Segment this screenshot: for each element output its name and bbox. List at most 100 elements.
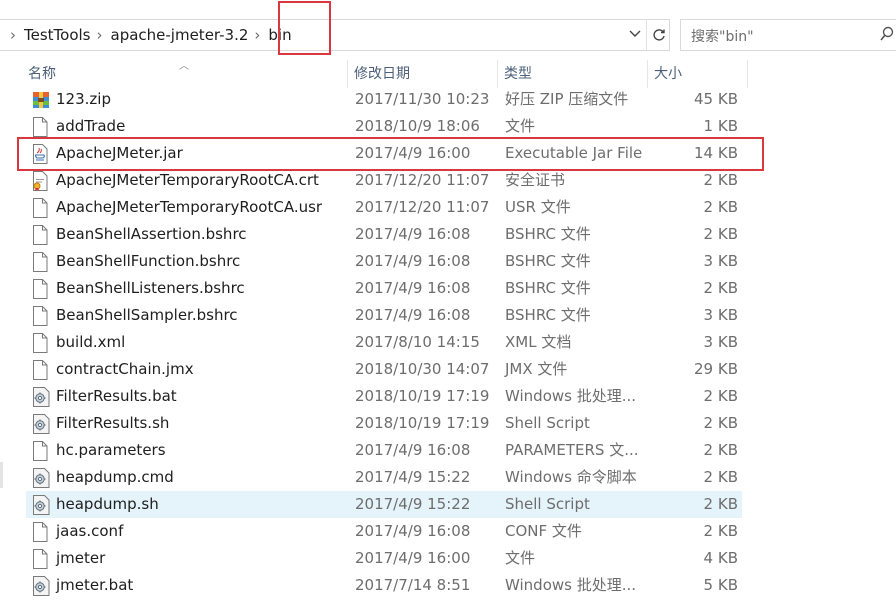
file-row[interactable]: FilterResults.bat 2018/10/19 17:19 Windows…: [26, 383, 742, 410]
file-modified-date: 2017/4/9 15:22: [355, 468, 471, 486]
breadcrumb-apache-jmeter[interactable]: apache-jmeter-3.2: [111, 26, 249, 44]
file-row[interactable]: ApacheJMeter.jar 2017/4/9 16:00 Executable…: [26, 140, 742, 167]
file-row[interactable]: jmeter 2017/4/9 16:00 文件 4 KB: [26, 545, 742, 572]
file-icon: [32, 252, 50, 272]
file-name: 123.zip: [56, 90, 111, 108]
file-type: 安全证书: [505, 171, 566, 189]
file-icon: [32, 117, 50, 137]
file-name: jmeter.bat: [56, 576, 134, 594]
file-row[interactable]: heapdump.cmd 2017/4/9 15:22 Windows 命令脚本 2 …: [26, 464, 742, 491]
file-modified-date: 2017/12/20 11:07: [355, 171, 490, 189]
search-input[interactable]: 搜索"bin": [680, 19, 896, 51]
file-type: 文件: [505, 117, 536, 135]
file-type: Windows 批处理...: [505, 576, 637, 594]
file-row[interactable]: BeanShellListeners.bshrc 2017/4/9 16:08 BS…: [26, 275, 742, 302]
address-bar[interactable]: › TestTools › apache-jmeter-3.2 › bin: [0, 19, 670, 51]
search-placeholder: 搜索"bin": [691, 29, 754, 45]
file-icon: [32, 279, 50, 299]
breadcrumb-bin[interactable]: bin: [268, 26, 291, 44]
file-modified-date: 2017/4/9 16:08: [355, 252, 471, 270]
file-size: 5 KB: [703, 576, 738, 594]
chevron-right-icon[interactable]: ›: [97, 26, 103, 44]
file-type: BSHRC 文件: [505, 225, 591, 243]
file-type: BSHRC 文件: [505, 279, 591, 297]
file-name: BeanShellFunction.bshrc: [56, 252, 241, 270]
file-size: 14 KB: [694, 144, 738, 162]
zip-archive-icon: [32, 90, 50, 110]
file-type: PARAMETERS 文...: [505, 441, 639, 459]
file-modified-date: 2017/4/9 16:08: [355, 306, 471, 324]
file-icon: [32, 522, 50, 542]
column-header: 名称 ︿ 修改日期 类型 大小: [22, 60, 752, 88]
file-type: JMX 文件: [505, 360, 568, 378]
file-type: 文件: [505, 549, 536, 567]
file-modified-date: 2017/4/9 15:22: [355, 495, 471, 513]
file-name: ApacheJMeterTemporaryRootCA.usr: [56, 198, 323, 216]
file-modified-date: 2018/10/19 17:19: [355, 387, 490, 405]
file-row[interactable]: build.xml 2017/8/10 14:15 XML 文档 3 KB: [26, 329, 742, 356]
scrollbar-marker[interactable]: [0, 462, 3, 488]
file-size: 4 KB: [703, 549, 738, 567]
column-header-date[interactable]: 修改日期: [348, 60, 498, 88]
file-row[interactable]: ApacheJMeterTemporaryRootCA.usr 2017/12/2…: [26, 194, 742, 221]
search-icon[interactable]: [880, 26, 894, 42]
file-modified-date: 2017/4/9 16:08: [355, 441, 471, 459]
column-header-type[interactable]: 类型: [498, 60, 648, 88]
chevron-right-icon[interactable]: ›: [254, 26, 260, 44]
file-modified-date: 2017/11/30 10:23: [355, 90, 490, 108]
file-row[interactable]: jmeter.bat 2017/7/14 8:51 Windows 批处理... 5 …: [26, 572, 742, 599]
file-size: 29 KB: [694, 360, 738, 378]
file-icon: [32, 549, 50, 569]
file-row[interactable]: jaas.conf 2017/4/9 16:08 CONF 文件 2 KB: [26, 518, 742, 545]
file-icon: [32, 225, 50, 245]
file-name: jaas.conf: [56, 522, 124, 540]
file-name: FilterResults.sh: [56, 414, 170, 432]
file-row[interactable]: BeanShellFunction.bshrc 2017/4/9 16:08 BSH…: [26, 248, 742, 275]
file-type: CONF 文件: [505, 522, 582, 540]
chevron-right-icon[interactable]: ›: [10, 26, 16, 44]
file-type: Shell Script: [505, 414, 590, 432]
breadcrumb-testtools[interactable]: TestTools: [24, 26, 91, 44]
file-type: XML 文档: [505, 333, 572, 351]
file-row[interactable]: BeanShellSampler.bshrc 2017/4/9 16:08 BSHR…: [26, 302, 742, 329]
address-history-dropdown-icon[interactable]: [628, 26, 644, 44]
file-row[interactable]: addTrade 2018/10/9 18:06 文件 1 KB: [26, 113, 742, 140]
file-modified-date: 2017/4/9 16:00: [355, 549, 471, 567]
file-name: BeanShellSampler.bshrc: [56, 306, 238, 324]
file-modified-date: 2018/10/9 18:06: [355, 117, 480, 135]
file-row[interactable]: BeanShellAssertion.bshrc 2017/4/9 16:08 BS…: [26, 221, 742, 248]
refresh-icon[interactable]: [646, 20, 671, 50]
file-size: 1 KB: [703, 117, 738, 135]
breadcrumb: › TestTools › apache-jmeter-3.2 › bin: [6, 20, 292, 50]
file-modified-date: 2017/12/20 11:07: [355, 198, 490, 216]
file-name: contractChain.jmx: [56, 360, 194, 378]
file-row[interactable]: hc.parameters 2017/4/9 16:08 PARAMETERS 文.…: [26, 437, 742, 464]
file-name: BeanShellAssertion.bshrc: [56, 225, 247, 243]
file-modified-date: 2017/4/9 16:00: [355, 144, 471, 162]
file-icon: [32, 333, 50, 353]
file-type: 好压 ZIP 压缩文件: [505, 90, 629, 108]
file-size: 3 KB: [703, 252, 738, 270]
file-icon: [32, 198, 50, 218]
file-row[interactable]: heapdump.sh 2017/4/9 15:22 Shell Script 2 K…: [26, 491, 742, 518]
script-gear-icon: [32, 387, 50, 407]
file-name: ApacheJMeter.jar: [56, 144, 183, 162]
file-name: addTrade: [56, 117, 126, 135]
script-gear-icon: [32, 468, 50, 488]
file-modified-date: 2017/8/10 14:15: [355, 333, 480, 351]
sort-ascending-icon: ︿: [179, 61, 189, 72]
file-size: 2 KB: [703, 387, 738, 405]
column-header-size[interactable]: 大小: [648, 60, 748, 88]
file-row[interactable]: contractChain.jmx 2018/10/30 14:07 JMX 文件 2…: [26, 356, 742, 383]
file-type: Windows 命令脚本: [505, 468, 637, 486]
file-name: build.xml: [56, 333, 126, 351]
certificate-icon: [32, 171, 50, 191]
file-type: BSHRC 文件: [505, 252, 591, 270]
file-size: 2 KB: [703, 522, 738, 540]
file-modified-date: 2017/7/14 8:51: [355, 576, 471, 594]
file-icon: [32, 441, 50, 461]
file-row[interactable]: FilterResults.sh 2018/10/19 17:19 Shell Sc…: [26, 410, 742, 437]
file-row[interactable]: 123.zip 2017/11/30 10:23 好压 ZIP 压缩文件 45 KB: [26, 86, 742, 113]
file-row[interactable]: ApacheJMeterTemporaryRootCA.crt 2017/12/2…: [26, 167, 742, 194]
file-size: 3 KB: [703, 333, 738, 351]
